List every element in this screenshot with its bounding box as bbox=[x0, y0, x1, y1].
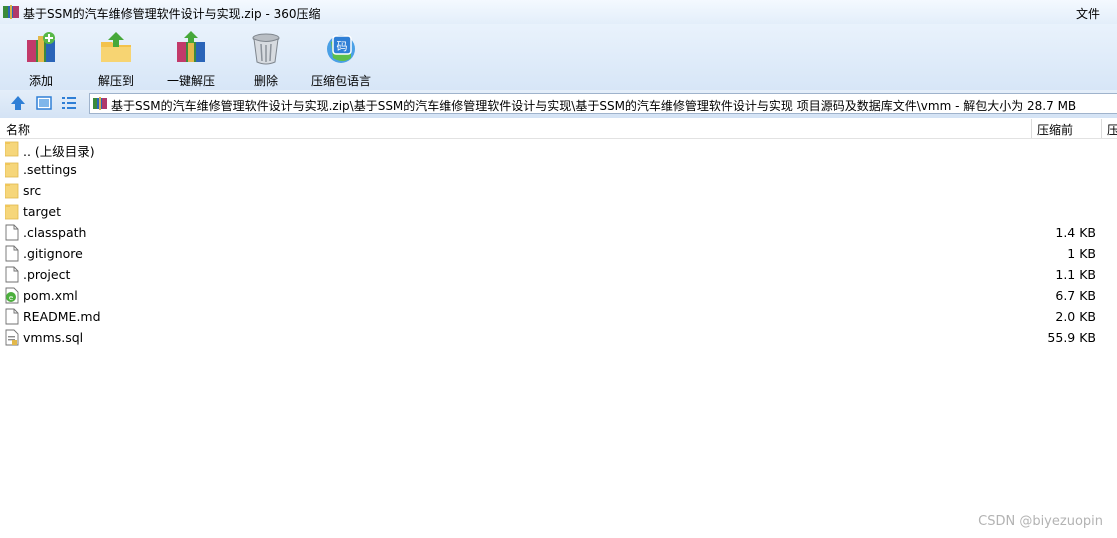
menu-file[interactable]: 文件 bbox=[1076, 5, 1100, 22]
file-name: README.md bbox=[23, 309, 101, 324]
list-item[interactable]: target bbox=[0, 201, 1117, 222]
title-bar: 基于SSM的汽车维修管理软件设计与实现.zip - 360压缩 文件 bbox=[0, 0, 1117, 24]
list-item[interactable]: .classpath 1.4 KB bbox=[0, 222, 1117, 243]
add-button-label: 添加 bbox=[28, 74, 53, 88]
list-item[interactable]: vmms.sql 55.9 KB bbox=[0, 327, 1117, 348]
column-divider[interactable] bbox=[1031, 119, 1032, 138]
file-size: 55.9 KB bbox=[1047, 330, 1096, 345]
file-size: 1.4 KB bbox=[1055, 225, 1096, 240]
file-icon bbox=[5, 224, 19, 241]
column-size-header[interactable]: 压缩前 bbox=[1037, 121, 1073, 138]
file-icon bbox=[5, 245, 19, 262]
file-size: 6.7 KB bbox=[1055, 288, 1096, 303]
column-header: 名称 压缩前 压 bbox=[0, 119, 1117, 139]
path-text: 基于SSM的汽车维修管理软件设计与实现.zip\基于SSM的汽车维修管理软件设计… bbox=[111, 99, 1077, 113]
archive-language-button[interactable]: 码 压缩包语言 bbox=[305, 28, 377, 88]
extract-to-button-label: 解压到 bbox=[97, 74, 134, 88]
one-click-extract-icon bbox=[177, 31, 205, 62]
file-size: 1.1 KB bbox=[1055, 267, 1096, 282]
folder-icon bbox=[5, 141, 19, 157]
file-size: 1 KB bbox=[1067, 246, 1096, 261]
large-icon-view-icon[interactable] bbox=[36, 95, 52, 111]
list-item[interactable]: .gitignore 1 KB bbox=[0, 243, 1117, 264]
file-name: src bbox=[23, 183, 42, 198]
up-arrow-icon[interactable] bbox=[10, 95, 26, 111]
delete-button[interactable]: 删除 bbox=[230, 28, 302, 88]
file-name: vmms.sql bbox=[23, 330, 84, 345]
extract-to-button[interactable]: 解压到 bbox=[80, 28, 152, 88]
list-item[interactable]: src bbox=[0, 180, 1117, 201]
file-name: .settings bbox=[23, 162, 77, 177]
file-name: .gitignore bbox=[23, 246, 83, 261]
list-item[interactable]: .settings bbox=[0, 159, 1117, 180]
svg-text:码: 码 bbox=[337, 40, 348, 53]
file-icon bbox=[5, 308, 19, 325]
file-name: .classpath bbox=[23, 225, 87, 240]
list-item[interactable]: README.md 2.0 KB bbox=[0, 306, 1117, 327]
sql-file-icon bbox=[5, 329, 19, 346]
one-click-extract-button-label: 一键解压 bbox=[166, 74, 215, 88]
file-name: pom.xml bbox=[23, 288, 78, 303]
file-name: target bbox=[23, 204, 62, 219]
toolbar: 添加 解压到 一键解压 删除 码 压缩包语言 bbox=[0, 24, 1117, 90]
watermark: CSDN @biyezuopin bbox=[978, 514, 1103, 529]
zip-archive-icon bbox=[3, 5, 19, 19]
zip-archive-icon bbox=[93, 97, 107, 110]
delete-trash-icon bbox=[252, 33, 280, 65]
archive-language-button-label: 压缩包语言 bbox=[310, 74, 371, 88]
file-name: .. (上级目录) bbox=[23, 144, 95, 159]
xml-file-icon: e bbox=[5, 287, 19, 304]
archive-language-icon: 码 bbox=[327, 35, 355, 63]
list-view-icon[interactable] bbox=[61, 95, 77, 111]
one-click-extract-button[interactable]: 一键解压 bbox=[155, 28, 227, 88]
file-name: .project bbox=[23, 267, 71, 282]
delete-button-label: 删除 bbox=[253, 74, 278, 88]
list-item[interactable]: .project 1.1 KB bbox=[0, 264, 1117, 285]
add-archive-icon bbox=[27, 32, 55, 62]
column-name-header[interactable]: 名称 bbox=[6, 121, 30, 138]
list-item-parent-dir[interactable]: .. (上级目录) bbox=[0, 138, 1117, 159]
address-bar: 基于SSM的汽车维修管理软件设计与实现.zip\基于SSM的汽车维修管理软件设计… bbox=[0, 90, 1117, 118]
column-compressed-header[interactable]: 压 bbox=[1107, 121, 1117, 138]
extract-to-icon bbox=[101, 32, 131, 62]
folder-icon bbox=[5, 162, 19, 178]
add-button[interactable]: 添加 bbox=[5, 28, 77, 88]
folder-icon bbox=[5, 204, 19, 220]
svg-text:e: e bbox=[9, 294, 13, 302]
folder-icon bbox=[5, 183, 19, 199]
column-divider[interactable] bbox=[1101, 119, 1102, 138]
window-title: 基于SSM的汽车维修管理软件设计与实现.zip - 360压缩 bbox=[23, 7, 321, 21]
file-size: 2.0 KB bbox=[1055, 309, 1096, 324]
list-item[interactable]: e pom.xml 6.7 KB bbox=[0, 285, 1117, 306]
file-icon bbox=[5, 266, 19, 283]
path-field[interactable]: 基于SSM的汽车维修管理软件设计与实现.zip\基于SSM的汽车维修管理软件设计… bbox=[89, 93, 1117, 114]
